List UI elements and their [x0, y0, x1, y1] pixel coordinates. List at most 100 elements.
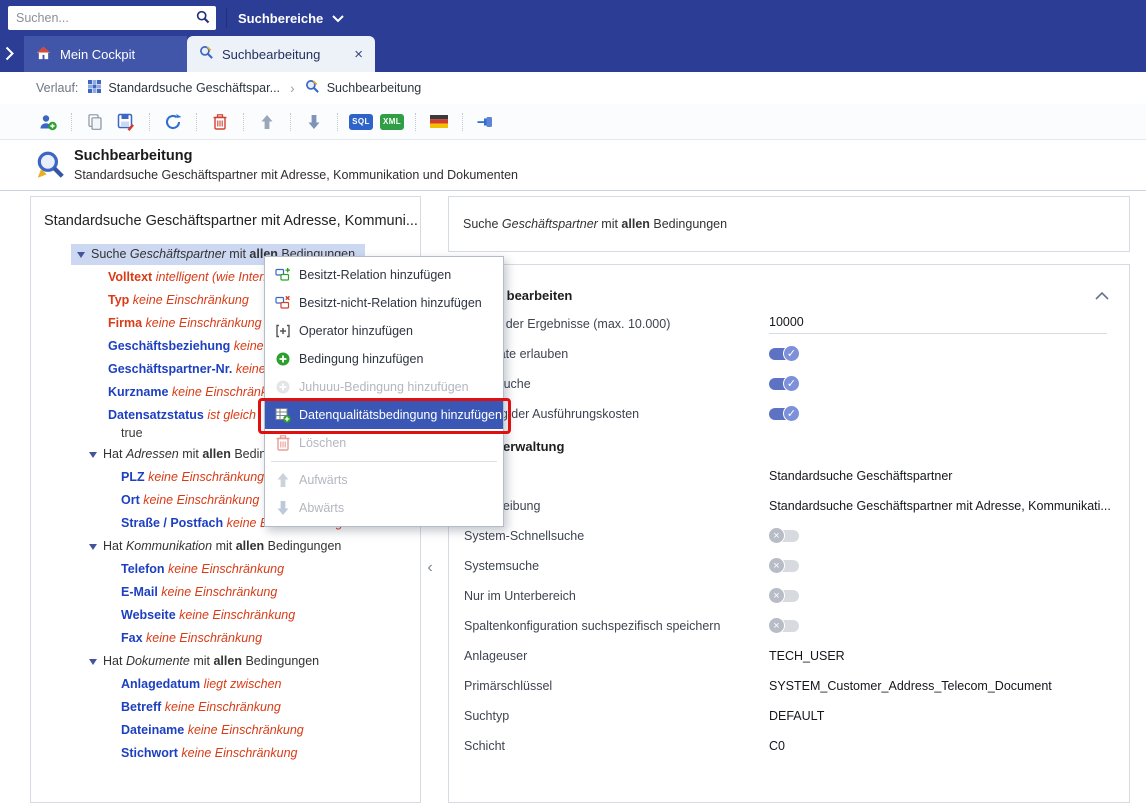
field-value[interactable]: Standardsuche Geschäftspartner mit Adres…	[769, 499, 1113, 513]
panel-collapse-button[interactable]: ‹	[422, 556, 438, 580]
text-part: keine Einschränkung	[184, 723, 304, 737]
tree-node[interactable]: Dateiname keine Einschränkung	[31, 719, 420, 742]
toggle-off[interactable]: ×	[769, 620, 799, 632]
panel-expand-button[interactable]	[5, 46, 14, 64]
menu-item-label: Juhuuu-Bedingung hinzufügen	[299, 380, 469, 394]
tree-panel-title: Standardsuche Geschäftspartner mit Adres…	[31, 197, 420, 229]
tree-node[interactable]: Hat Dokumente mit allen Bedingungen	[31, 650, 420, 673]
menu-item-besitzt-nicht-relation-hinzufügen[interactable]: Besitzt-nicht-Relation hinzufügen	[265, 289, 503, 317]
search-icon	[196, 10, 210, 27]
menu-item-löschen: Löschen	[265, 429, 503, 457]
new-entry-icon	[39, 113, 57, 131]
tab-mein-cockpit[interactable]: Mein Cockpit	[24, 36, 187, 72]
search-button[interactable]	[190, 6, 216, 30]
form-row: SuchtypDEFAULT	[464, 701, 1113, 731]
chevron-right-icon	[5, 49, 14, 64]
new-entry-button[interactable]	[34, 108, 62, 136]
toggle-on[interactable]: ✓	[769, 348, 799, 360]
tree-node[interactable]: Anlagedatum liegt zwischen	[31, 673, 420, 696]
pin-icon	[477, 114, 495, 130]
text-part: PLZ	[121, 470, 145, 484]
menu-item-besitzt-relation-hinzufügen[interactable]: Besitzt-Relation hinzufügen	[265, 261, 503, 289]
field-label: Name	[464, 469, 769, 483]
tab-suchbearbeitung[interactable]: Suchbearbeitung ×	[187, 36, 375, 72]
expander-icon[interactable]	[77, 252, 85, 258]
pin-button[interactable]	[472, 108, 500, 136]
page-subtitle: Standardsuche Geschäftspartner mit Adres…	[74, 168, 518, 182]
field-label: Suchtyp	[464, 709, 769, 723]
tree-node[interactable]: Telefon keine Einschränkung	[31, 558, 420, 581]
text-part: keine Einschränkung	[142, 316, 262, 330]
text-part: Firma	[108, 316, 142, 330]
tree-node[interactable]: Webseite keine Einschränkung	[31, 604, 420, 627]
selected-node-summary: Suche Geschäftspartner mit allen Bedingu…	[463, 217, 727, 231]
chevron-down-icon	[332, 11, 344, 26]
text-part: allen	[236, 539, 265, 553]
field-value[interactable]: 10000	[769, 315, 1107, 334]
tree-node[interactable]: Hat Kommunikation mit allen Bedingungen	[31, 535, 420, 558]
text-part: Stichwort	[121, 746, 178, 760]
toggle-off[interactable]: ×	[769, 530, 799, 542]
move-down-button[interactable]	[300, 108, 328, 136]
text-part: allen	[202, 447, 231, 461]
field-label: Schicht	[464, 739, 769, 753]
history-item-suchbearbeitung[interactable]: Suchbearbeitung	[305, 79, 422, 97]
tab-label: Suchbearbeitung	[222, 47, 320, 62]
search-edit-icon	[199, 45, 214, 63]
toggle-knob: ✓	[783, 375, 800, 392]
expander-icon[interactable]	[89, 659, 97, 665]
sql-icon: SQL	[349, 114, 373, 130]
save-icon	[117, 113, 135, 131]
text-part: keine Einschränkung	[161, 700, 281, 714]
collapse-section-button[interactable]	[1091, 286, 1113, 305]
field-label: Duplikate erlauben	[464, 347, 769, 361]
menu-item-bedingung-hinzufügen[interactable]: Bedingung hinzufügen	[265, 345, 503, 373]
menu-item-abwärts: Abwärts	[265, 494, 503, 522]
text-part: Betreff	[121, 700, 161, 714]
relation-add-icon	[274, 267, 291, 283]
text-part: E-Mail	[121, 585, 158, 599]
form-row: SchichtC0	[464, 731, 1113, 761]
toggle-on[interactable]: ✓	[769, 408, 799, 420]
sql-button[interactable]: SQL	[347, 108, 375, 136]
flag-button[interactable]	[425, 108, 453, 136]
toggle-on[interactable]: ✓	[769, 378, 799, 390]
text-part: Dateiname	[121, 723, 184, 737]
xml-icon: XML	[380, 114, 404, 130]
history-bar: Verlauf: Standardsuche Geschäftspar... ›…	[0, 72, 1146, 104]
menu-item-datenqualitätsbedingung-hinzufügen[interactable]: Datenqualitätsbedingung hinzufügen	[265, 401, 503, 429]
tree-node[interactable]: Fax keine Einschränkung	[31, 627, 420, 650]
text-part: Typ	[108, 293, 129, 307]
tree-node[interactable]: E-Mail keine Einschränkung	[31, 581, 420, 604]
toggle-off[interactable]: ×	[769, 560, 799, 572]
operator-add-icon	[274, 323, 291, 339]
history-item-standardsuche[interactable]: Standardsuche Geschäftspar...	[88, 80, 280, 96]
text-part: allen	[621, 217, 650, 231]
search-input[interactable]	[8, 11, 190, 25]
form-row: PrimärschlüsselSYSTEM_Customer_Address_T…	[464, 671, 1113, 701]
move-up-button[interactable]	[253, 108, 281, 136]
toggle-knob: ✓	[783, 405, 800, 422]
menu-item-label: Datenqualitätsbedingung hinzufügen	[299, 408, 502, 422]
flag-icon	[430, 115, 448, 128]
refresh-button[interactable]	[159, 108, 187, 136]
tree-node[interactable]: Betreff keine Einschränkung	[31, 696, 420, 719]
expander-icon[interactable]	[89, 452, 97, 458]
xml-button[interactable]: XML	[378, 108, 406, 136]
close-icon[interactable]: ×	[354, 47, 363, 62]
menu-separator	[271, 461, 497, 462]
save-button[interactable]	[112, 108, 140, 136]
menu-item-label: Besitzt-Relation hinzufügen	[299, 268, 451, 282]
toggle-knob: ×	[768, 617, 785, 634]
admin-section-title: Suchverwaltung	[464, 431, 1113, 461]
tree-node[interactable]: Stichwort keine Einschränkung	[31, 742, 420, 765]
text-part: Suche	[91, 247, 130, 261]
field-value[interactable]: Standardsuche Geschäftspartner	[769, 469, 1113, 483]
copy-button[interactable]	[81, 108, 109, 136]
delete-button[interactable]	[206, 108, 234, 136]
expander-icon[interactable]	[89, 544, 97, 550]
toggle-off[interactable]: ×	[769, 590, 799, 602]
menu-item-operator-hinzufügen[interactable]: Operator hinzufügen	[265, 317, 503, 345]
search-areas-button[interactable]: Suchbereiche	[238, 0, 344, 36]
topbar-separator	[226, 8, 227, 28]
